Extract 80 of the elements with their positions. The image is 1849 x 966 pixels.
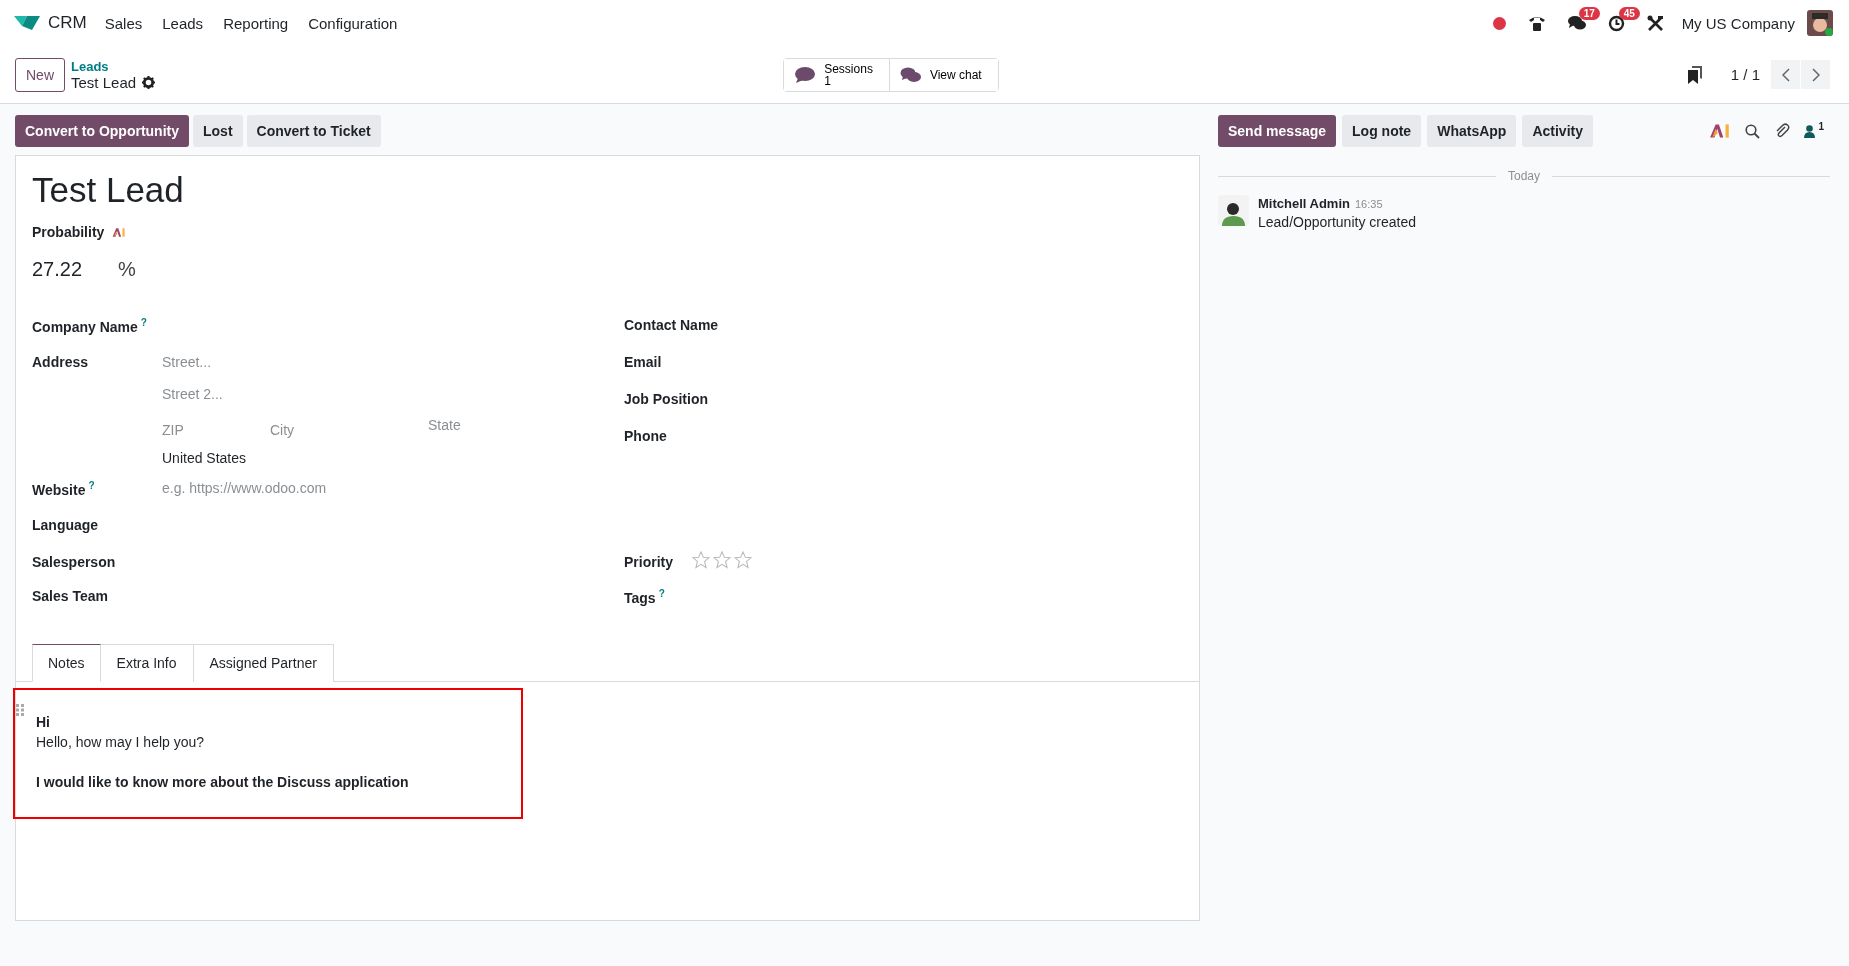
country-value[interactable]: United States bbox=[162, 450, 578, 466]
help-mark[interactable]: ? bbox=[140, 317, 147, 328]
field-label: Salesperson bbox=[32, 554, 116, 570]
chat-bubbles-icon bbox=[899, 65, 922, 84]
user-avatar[interactable] bbox=[1807, 10, 1833, 36]
ai-icon bbox=[112, 226, 127, 238]
record-name: Test Lead bbox=[71, 74, 137, 91]
field-label: Priority bbox=[624, 554, 673, 570]
star-icon[interactable] bbox=[692, 551, 710, 569]
help-mark[interactable]: ? bbox=[88, 480, 95, 491]
count-badge: 17 bbox=[1578, 7, 1600, 20]
menu-item[interactable]: Sales bbox=[104, 14, 143, 32]
chatter-button[interactable]: WhatsApp bbox=[1427, 115, 1517, 147]
field-label: Job Position bbox=[624, 391, 708, 407]
help-mark[interactable]: ? bbox=[658, 588, 665, 599]
chatter-button[interactable]: Log note bbox=[1342, 115, 1422, 147]
new-button[interactable]: New bbox=[15, 57, 65, 92]
percent-sign: % bbox=[118, 258, 136, 281]
field-label: Sales Team bbox=[32, 588, 108, 604]
clock-icon[interactable] bbox=[1607, 14, 1625, 32]
state-field[interactable]: State bbox=[428, 412, 578, 438]
action-button[interactable]: Lost bbox=[193, 115, 243, 147]
chevron-left-icon bbox=[1781, 67, 1790, 82]
city-field[interactable]: City bbox=[270, 422, 420, 438]
date-separator: Today bbox=[1508, 169, 1540, 183]
note-text: Hello, how may I help you? bbox=[36, 733, 206, 752]
note-text: I would like to know more about the Discuss application bbox=[36, 773, 410, 792]
tab[interactable]: Extra Info bbox=[100, 644, 194, 682]
tab[interactable]: Assigned Partner bbox=[193, 644, 334, 682]
record-icon[interactable] bbox=[1492, 16, 1506, 30]
street2-field[interactable]: Street 2... bbox=[162, 386, 422, 402]
pager-value[interactable]: 1 / 1 bbox=[1730, 66, 1760, 83]
menu-item[interactable]: Leads bbox=[162, 14, 204, 32]
zip-field[interactable]: ZIP bbox=[162, 422, 262, 438]
count-badge: 45 bbox=[1618, 6, 1640, 20]
chat-icon bbox=[794, 65, 817, 84]
priority-stars[interactable] bbox=[692, 551, 752, 569]
author-name[interactable]: Mitchell Admin bbox=[1258, 196, 1350, 211]
settings-icon[interactable] bbox=[142, 76, 156, 89]
street-field[interactable]: Street... bbox=[162, 354, 422, 370]
field-label: Email bbox=[624, 354, 662, 370]
person-icon bbox=[1804, 124, 1816, 138]
send-message-button[interactable]: Send message bbox=[1218, 115, 1337, 147]
primary-action-button[interactable]: Convert to Opportunity bbox=[15, 115, 189, 147]
ai-icon bbox=[1709, 123, 1732, 139]
phone-icon[interactable] bbox=[1527, 14, 1546, 32]
field-label: Contact Name bbox=[624, 317, 719, 333]
menu-item[interactable]: Configuration bbox=[308, 14, 398, 32]
message-text: Lead/Opportunity created bbox=[1258, 214, 1416, 230]
drag-handle-icon[interactable] bbox=[16, 704, 24, 716]
chat-bubbles-icon[interactable] bbox=[1567, 15, 1586, 31]
menu-item[interactable]: Reporting bbox=[223, 14, 289, 32]
search-icon[interactable] bbox=[1745, 123, 1761, 139]
field-label: Tags bbox=[624, 589, 656, 606]
paperclip-icon[interactable] bbox=[1774, 123, 1791, 139]
note-text: Hi bbox=[36, 713, 51, 732]
field-label: Phone bbox=[624, 428, 667, 444]
field-label: Address bbox=[32, 354, 89, 370]
logo-icon[interactable] bbox=[14, 14, 40, 32]
field-label: Company Name bbox=[32, 318, 138, 335]
chatter-button[interactable]: Activity bbox=[1522, 115, 1593, 147]
field-label: Website bbox=[32, 481, 86, 498]
action-button[interactable]: Convert to Ticket bbox=[246, 115, 381, 147]
tab[interactable]: Notes bbox=[32, 644, 101, 682]
chevron-right-icon bbox=[1811, 67, 1820, 82]
probability-value[interactable]: 27.22 bbox=[32, 258, 83, 281]
breadcrumb-link[interactable]: Leads bbox=[71, 58, 156, 75]
website-field[interactable]: e.g. https://www.odoo.com bbox=[162, 480, 462, 496]
field-label: Probability bbox=[32, 224, 105, 240]
star-icon[interactable] bbox=[713, 551, 731, 569]
company-switcher[interactable]: My US Company bbox=[1681, 14, 1795, 32]
author-avatar bbox=[1218, 195, 1249, 226]
message-time: 16:35 bbox=[1354, 198, 1383, 210]
record-title: Test Lead bbox=[32, 170, 185, 210]
app-name[interactable]: CRM bbox=[48, 13, 87, 33]
bookmark-icon[interactable] bbox=[1686, 65, 1703, 84]
tools-icon[interactable] bbox=[1646, 14, 1664, 32]
star-icon[interactable] bbox=[734, 551, 752, 569]
view-chat-button[interactable]: View chat bbox=[888, 58, 998, 91]
field-label: Language bbox=[32, 517, 99, 533]
